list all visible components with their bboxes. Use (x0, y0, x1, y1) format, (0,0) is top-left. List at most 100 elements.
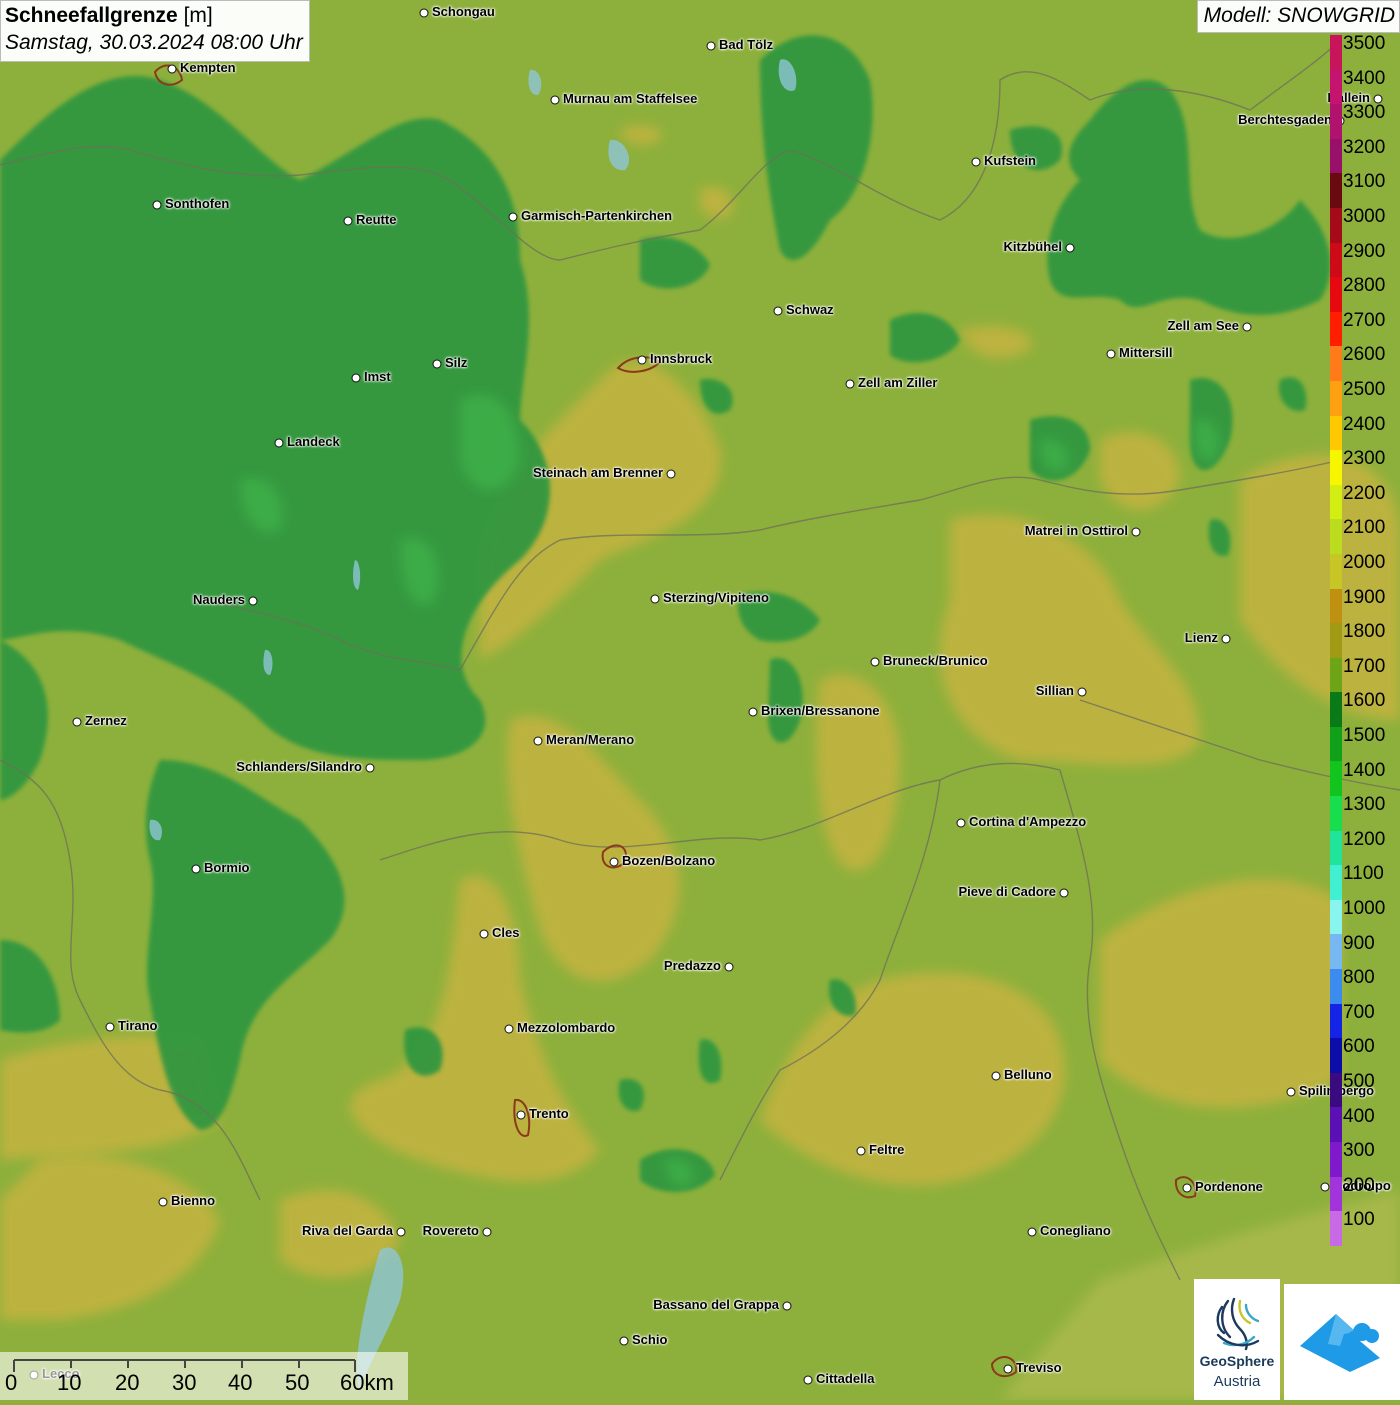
city-marker (991, 1071, 1001, 1081)
city-marker (152, 200, 162, 210)
city-marker (1131, 527, 1141, 537)
city-marker (856, 1146, 866, 1156)
mountain-cloud-icon (1300, 1314, 1380, 1372)
legend-label: 2900 (1343, 240, 1386, 262)
scale-label: 10 (57, 1370, 82, 1395)
city-marker (550, 95, 560, 105)
legend-label: 700 (1343, 1001, 1375, 1023)
city-label: Belluno (1004, 1067, 1052, 1082)
legend-swatch (1330, 104, 1342, 139)
city-label: Sonthofen (165, 196, 230, 211)
legend-label: 800 (1343, 967, 1375, 989)
legend-label: 1700 (1343, 655, 1386, 677)
city-label: Cittadella (816, 1371, 875, 1386)
city-marker (773, 306, 783, 316)
legend-label: 2400 (1343, 413, 1386, 435)
city-marker (803, 1375, 813, 1385)
city-marker (508, 212, 518, 222)
city-label: Riva del Garda (301, 1223, 393, 1238)
city-marker (1059, 888, 1069, 898)
city-label: Garmisch-Partenkirchen (521, 208, 673, 223)
city-marker (1320, 1182, 1330, 1192)
city-label: Rovereto (422, 1223, 479, 1238)
city-label: Sterzing/Vipiteno (663, 590, 769, 605)
legend-swatch (1330, 726, 1342, 762)
city-marker (609, 857, 619, 867)
city-marker (482, 1227, 492, 1237)
map-datetime: Samstag, 30.03.2024 08:00 Uhr (5, 31, 303, 54)
city-label: Sillian (1035, 683, 1074, 698)
model-label: Modell: SNOWGRID (1196, 0, 1400, 33)
city-marker (432, 359, 442, 369)
legend-label: 900 (1343, 932, 1375, 954)
color-legend-bar (1330, 35, 1342, 1246)
city-marker (1182, 1183, 1192, 1193)
geosphere-country: Austria (1213, 1373, 1261, 1390)
legend-swatch (1330, 1038, 1342, 1073)
legend-label: 600 (1343, 1036, 1375, 1058)
legend-swatch (1330, 450, 1342, 485)
city-marker (351, 373, 361, 383)
city-label: Reutte (356, 212, 397, 227)
city-marker (706, 41, 716, 51)
legend-swatch (1330, 519, 1342, 554)
scale-label: 0 (5, 1370, 18, 1395)
city-label: Innsbruck (650, 351, 713, 366)
snow-app-logo (1284, 1284, 1400, 1400)
city-label: Kitzbühel (1003, 239, 1063, 254)
city-marker (274, 438, 284, 448)
city-label: Brixen/Bressanone (761, 703, 880, 718)
legend-swatch (1330, 899, 1342, 935)
legend-swatch (1330, 311, 1342, 347)
legend-swatch (1330, 346, 1342, 381)
city-label: Kempten (180, 60, 236, 75)
city-marker (343, 216, 353, 226)
legend-label: 1000 (1343, 898, 1386, 919)
legend-label: 3300 (1343, 102, 1386, 124)
legend-swatch (1330, 242, 1342, 278)
legend-swatch (1330, 35, 1342, 70)
geosphere-name: GeoSphere (1199, 1353, 1275, 1369)
geosphere-emblem-icon (1216, 1297, 1260, 1351)
city-label: Mittersill (1119, 345, 1173, 360)
city-label: Bormio (204, 860, 250, 875)
city-label: Schongau (432, 4, 495, 19)
legend-label: 400 (1343, 1105, 1375, 1127)
city-label: Pieve di Cadore (958, 884, 1056, 899)
city-label: Cortina d'Ampezzo (969, 814, 1087, 829)
city-label: Bruneck/Brunico (883, 653, 988, 668)
city-label: Tirano (118, 1018, 158, 1033)
legend-label: 1800 (1343, 621, 1386, 643)
legend-swatch (1330, 588, 1342, 624)
legend-label: 1300 (1343, 794, 1386, 816)
city-marker (782, 1301, 792, 1311)
city-marker (396, 1227, 406, 1237)
legend-label: 2500 (1343, 379, 1386, 400)
legend-label: 2100 (1343, 517, 1386, 539)
city-marker (158, 1197, 168, 1207)
legend-label: 200 (1343, 1174, 1375, 1196)
legend-swatch (1330, 138, 1342, 174)
legend-label: 3000 (1343, 206, 1386, 227)
city-label: Zernez (85, 713, 127, 728)
city-label: Pordenone (1195, 1179, 1263, 1194)
city-marker (1003, 1364, 1013, 1374)
map-title: Schneefallgrenze [m] (5, 4, 213, 27)
city-label: Schlanders/Silandro (236, 759, 362, 774)
legend-swatch (1330, 207, 1342, 243)
legend-swatch (1330, 277, 1342, 312)
city-marker (191, 864, 201, 874)
legend-swatch (1330, 1142, 1342, 1177)
city-marker (1065, 243, 1075, 253)
city-marker (1027, 1227, 1037, 1237)
legend-label: 3100 (1343, 171, 1386, 193)
legend-label: 2800 (1343, 275, 1386, 297)
city-marker (666, 469, 676, 479)
legend-swatch (1330, 830, 1342, 866)
title-box: Schneefallgrenze [m] Samstag, 30.03.2024… (0, 0, 310, 62)
legend-label: 1200 (1343, 828, 1386, 850)
city-label: Murnau am Staffelsee (563, 91, 698, 106)
legend-swatch (1330, 415, 1342, 451)
legend-swatch (1330, 796, 1342, 831)
city-marker (1286, 1087, 1296, 1097)
